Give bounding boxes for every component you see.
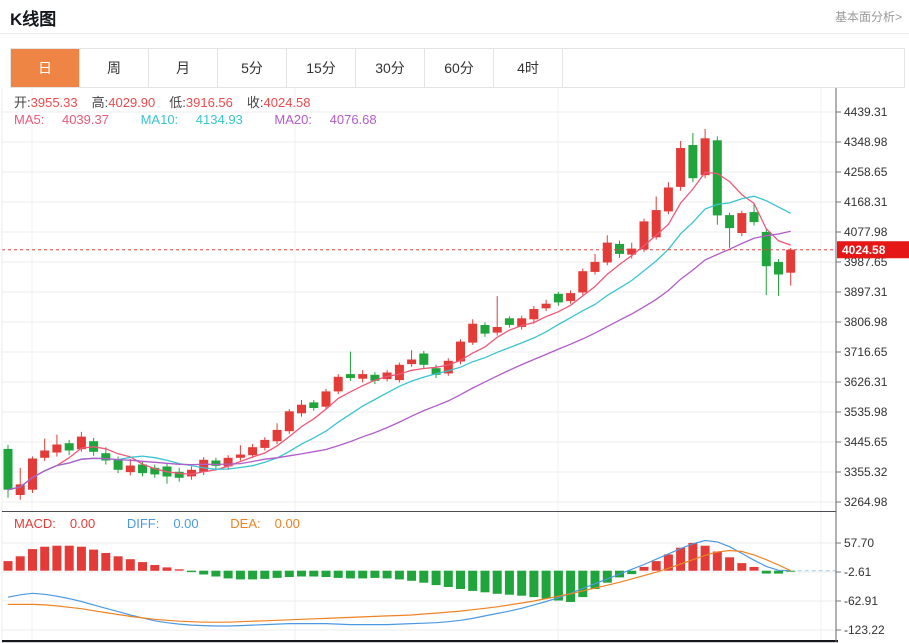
ma-line-MA10 [7,195,791,491]
svg-text:4077.98: 4077.98 [844,225,888,239]
svg-text:57.70: 57.70 [844,536,874,550]
high-label: 高: [91,95,109,110]
open-value: 3955.33 [30,95,78,110]
diff-line [7,539,791,627]
ma20-readout: MA20: 4076.68 [274,112,377,127]
dea-line [8,549,791,623]
grid-layer [2,88,836,640]
svg-text:3716.65: 3716.65 [844,345,888,359]
svg-text:4439.31: 4439.31 [844,105,888,119]
svg-text:-2.61: -2.61 [844,565,872,579]
svg-text:4024.58: 4024.58 [842,243,886,257]
svg-text:3535.98: 3535.98 [844,405,888,419]
svg-text:3264.98: 3264.98 [844,495,888,509]
svg-text:-62.91: -62.91 [844,594,878,608]
ma-readout: MA5: 4039.37 MA10: 4134.93 MA20: 4076.68 [14,112,405,127]
svg-text:4168.31: 4168.31 [844,195,888,209]
close-value: 4024.58 [263,95,311,110]
macd-readout: MACD: 0.00 DIFF: 0.00 DEA: 0.00 [14,516,328,531]
macd-value-readout: MACD: 0.00 [14,516,96,531]
ohlc-readout: 开:3955.33 高:4029.90 低:3916.56 收:4024.58 [14,92,325,111]
open-label: 开: [14,95,31,110]
close-label: 收: [246,95,264,110]
svg-text:3445.65: 3445.65 [844,435,888,449]
svg-text:3355.32: 3355.32 [844,465,888,479]
ma10-readout: MA10: 4134.93 [140,112,243,127]
diff-value-readout: DIFF: 0.00 [126,516,199,531]
candlestick-layer [3,129,796,500]
low-value: 3916.56 [185,95,233,110]
svg-text:3806.98: 3806.98 [844,315,888,329]
svg-text:3897.31: 3897.31 [844,285,888,299]
y-axis-labels: 4439.314348.984258.654168.314077.983987.… [836,105,888,637]
macd-lines-layer [7,539,836,627]
svg-text:3626.31: 3626.31 [844,375,888,389]
svg-text:-123.22: -123.22 [844,623,885,637]
svg-text:4348.98: 4348.98 [844,135,888,149]
svg-text:4258.65: 4258.65 [844,165,888,179]
current-price-badge: 4024.58 [837,241,909,259]
ma5-readout: MA5: 4039.37 [14,112,109,127]
borders-layer [1,88,838,643]
high-value: 4029.90 [108,95,156,110]
low-label: 低: [169,95,186,110]
ma-line-MA20 [7,230,791,491]
dea-value-readout: DEA: 0.00 [230,516,300,531]
